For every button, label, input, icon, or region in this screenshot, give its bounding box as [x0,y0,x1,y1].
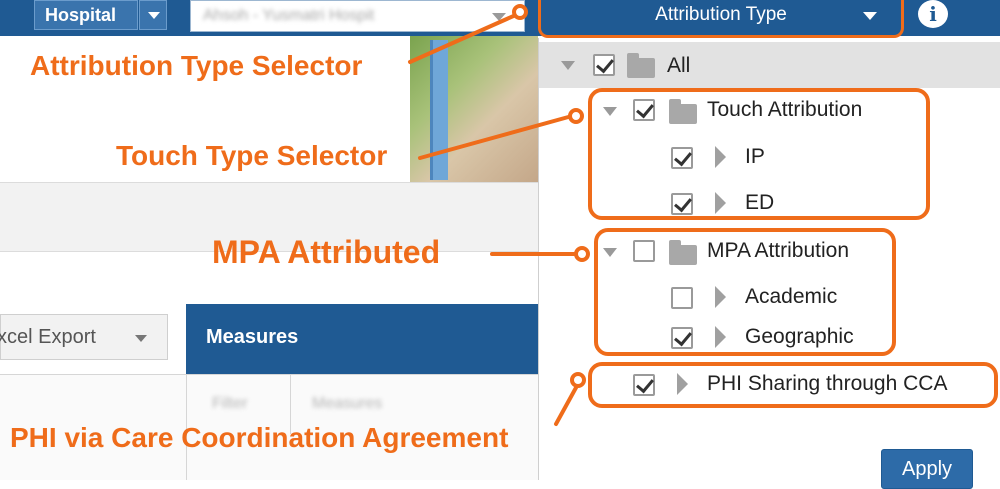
callout-mpa-attributed: MPA Attributed [212,234,441,270]
top-bar: Hospital Ahsoh - Yusmatri Hospit Attribu… [0,0,1000,38]
filter-cell: Filter [212,395,248,412]
folder-icon [627,53,655,78]
chevron-down-icon [492,13,506,21]
banner-photo-detail [430,40,448,180]
measures-header: Measures [186,304,538,374]
mpa-callout-box [594,228,896,356]
callout-touch-type-selector: Touch Type Selector [116,140,388,171]
attribution-type-label: Attribution Type [655,4,787,25]
apply-button[interactable]: Apply [881,449,973,489]
chevron-down-icon [863,12,877,20]
collapse-arrow-icon[interactable] [561,61,575,70]
facility-select-value: Ahsoh - Yusmatri Hospit [203,7,375,24]
excel-export-button[interactable]: xcel Export [0,314,168,360]
measures-cell: Measures [312,395,383,412]
attribution-type-dropdown[interactable]: Attribution Type [538,0,904,38]
touch-type-callout-box [588,88,930,220]
phi-callout-box [588,362,998,408]
tree-row-all[interactable]: All [539,42,1000,88]
checkbox-all[interactable] [593,54,615,76]
callout-attribution-type-selector: Attribution Type Selector [30,50,363,81]
hospital-button[interactable]: Hospital [34,0,138,30]
tree-label-all: All [667,54,691,77]
hospital-dropdown-caret[interactable] [139,0,167,30]
callout-phi-via-cca: PHI via Care Coordination Agreement [10,422,509,453]
facility-select[interactable]: Ahsoh - Yusmatri Hospit [190,0,525,32]
info-icon[interactable]: i [918,0,948,28]
chevron-down-icon [135,335,147,342]
excel-export-label: xcel Export [0,326,96,348]
